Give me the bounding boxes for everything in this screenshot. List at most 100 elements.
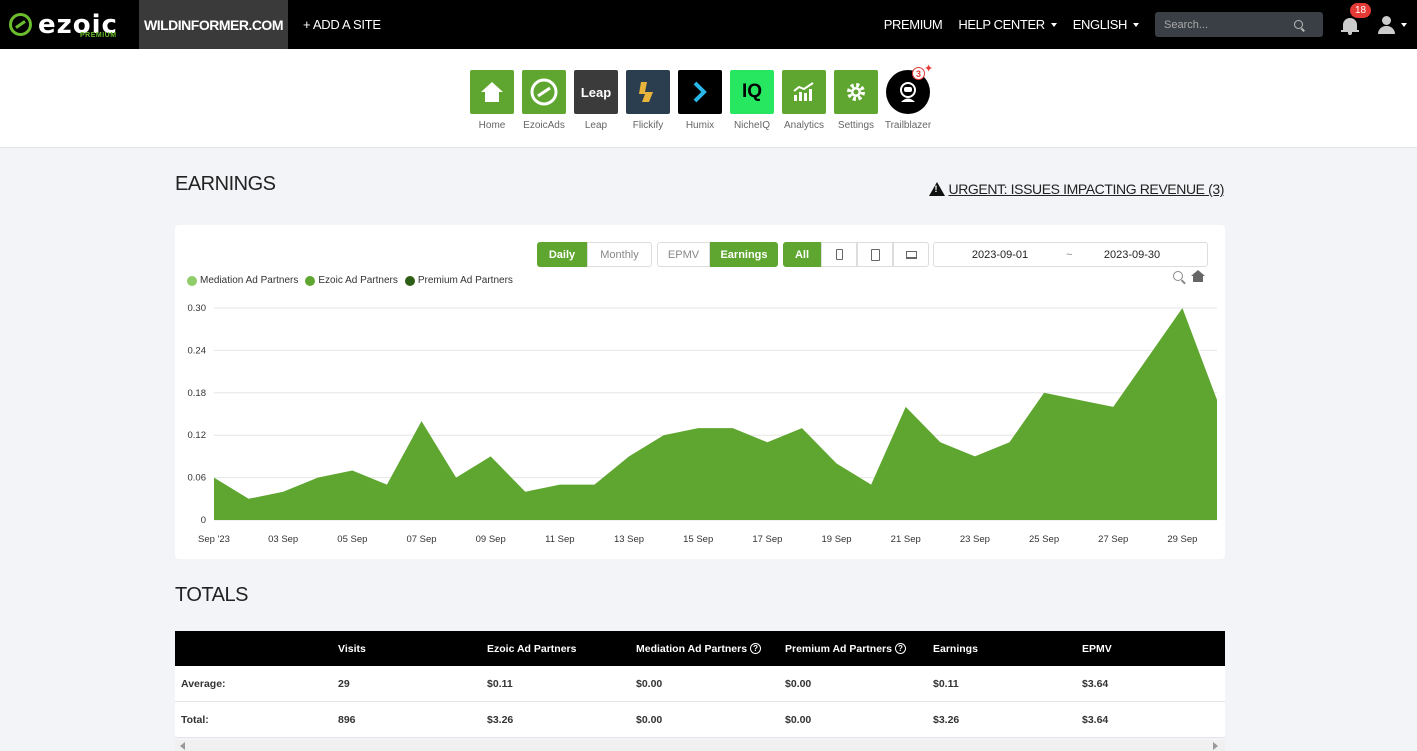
- app-home[interactable]: Home: [466, 70, 518, 131]
- data-point[interactable]: [211, 475, 217, 481]
- data-point[interactable]: [1041, 390, 1047, 396]
- data-point[interactable]: [868, 482, 874, 488]
- data-point[interactable]: [419, 418, 425, 424]
- app-label: Home: [478, 120, 506, 131]
- help-icon[interactable]: ?: [894, 643, 906, 654]
- data-point[interactable]: [488, 453, 494, 459]
- col-premium-ad-partners[interactable]: Premium Ad Partners?: [785, 631, 906, 666]
- data-point[interactable]: [764, 439, 770, 445]
- app-analytics[interactable]: Analytics: [778, 70, 830, 131]
- data-point[interactable]: [557, 482, 563, 488]
- app-settings[interactable]: Settings: [830, 70, 882, 131]
- cell-ezoic: $0.11: [487, 677, 513, 690]
- x-tick-label: Sep '23: [198, 534, 230, 545]
- chevron-down-icon: [1050, 22, 1057, 27]
- cell-mediation: $0.00: [636, 713, 663, 726]
- app-label: Humix: [685, 120, 715, 131]
- cell-mediation: $0.00: [636, 677, 663, 690]
- data-point[interactable]: [349, 468, 355, 474]
- add-site-link[interactable]: + ADD A SITE: [303, 17, 381, 32]
- data-point[interactable]: [799, 425, 805, 431]
- scroll-left-icon[interactable]: [180, 742, 185, 750]
- data-point[interactable]: [522, 489, 528, 495]
- app-nicheiq[interactable]: IQ NicheIQ: [726, 70, 778, 131]
- help-icon[interactable]: ?: [750, 643, 762, 654]
- x-tick-label: 23 Sep: [960, 534, 990, 545]
- search-input[interactable]: [1164, 18, 1294, 31]
- search-icon[interactable]: [1294, 20, 1303, 29]
- app-trailblazer[interactable]: 3 ✦ Trailblazer: [882, 63, 934, 131]
- data-point[interactable]: [626, 453, 632, 459]
- data-point[interactable]: [384, 482, 390, 488]
- bell-icon-clapper: [1348, 31, 1352, 35]
- notifications-button[interactable]: 18: [1341, 2, 1372, 35]
- series-area-ezoic-ad-partners[interactable]: [214, 308, 1217, 520]
- app-label: Trailblazer: [884, 120, 932, 131]
- ezoic-logo-icon: [9, 13, 32, 36]
- data-point[interactable]: [453, 475, 459, 481]
- data-point[interactable]: [661, 432, 667, 438]
- logo-premium-label: PREMIUM: [80, 32, 117, 39]
- app-launcher: Home EzoicAds Leap Leap Flickify Humix I…: [466, 63, 934, 131]
- x-tick-label: 03 Sep: [268, 534, 298, 545]
- nav-right: PREMIUM HELP CENTER ENGLISH 18: [884, 0, 1417, 49]
- help-center-dropdown[interactable]: HELP CENTER: [958, 17, 1057, 32]
- earnings-area-chart: 0 0.06 0.12 0.18 0.24 0.30 Sep '23 03 Sep 05 Sep…: [188, 303, 1220, 545]
- nicheiq-tile-text: IQ: [741, 81, 763, 102]
- data-point[interactable]: [903, 404, 909, 410]
- urgent-issues-link[interactable]: URGENT: ISSUES IMPACTING REVENUE (3): [928, 181, 1225, 197]
- data-point[interactable]: [695, 425, 701, 431]
- premium-label: PREMIUM: [883, 17, 943, 32]
- app-label: Flickify: [632, 120, 664, 131]
- col-ezoic-ad-partners[interactable]: Ezoic Ad Partners: [487, 631, 576, 666]
- cell-premium: $0.00: [785, 713, 812, 726]
- x-tick-label: 15 Sep: [683, 534, 713, 545]
- top-navbar: ezoic PREMIUM WILDINFORMER.COM + ADD A S…: [0, 0, 1417, 49]
- app-flickify[interactable]: Flickify: [622, 70, 674, 131]
- data-point[interactable]: [1076, 397, 1082, 403]
- totals-title: TOTALS: [175, 584, 248, 606]
- table-row: Average: 29 $0.11 $0.00 $0.00 $0.11 $3.6…: [175, 666, 1225, 702]
- cell-visits: 29: [338, 677, 350, 690]
- cell-ezoic: $3.26: [487, 713, 514, 726]
- row-label: Total:: [181, 713, 209, 726]
- data-point[interactable]: [730, 425, 736, 431]
- data-point[interactable]: [1145, 354, 1151, 360]
- data-point[interactable]: [591, 482, 597, 488]
- data-point[interactable]: [1110, 404, 1116, 410]
- x-tick-label: 27 Sep: [1098, 534, 1128, 545]
- app-ezoicads[interactable]: EzoicAds: [518, 70, 570, 131]
- col-epmv[interactable]: EPMV: [1082, 631, 1112, 666]
- y-tick-label: 0: [201, 515, 206, 526]
- data-point[interactable]: [1006, 439, 1012, 445]
- cell-epmv: $3.64: [1082, 677, 1109, 690]
- data-point[interactable]: [246, 496, 252, 502]
- x-tick-label: 19 Sep: [821, 534, 851, 545]
- site-selector[interactable]: WILDINFORMER.COM: [139, 0, 288, 49]
- data-point[interactable]: [937, 439, 943, 445]
- data-point[interactable]: [315, 475, 321, 481]
- data-point[interactable]: [834, 460, 840, 466]
- app-leap[interactable]: Leap Leap: [570, 70, 622, 131]
- x-tick-label: 29 Sep: [1167, 534, 1197, 545]
- user-menu[interactable]: [1377, 15, 1407, 34]
- ezoic-logo[interactable]: ezoic PREMIUM: [0, 0, 139, 49]
- urgent-issues-label: URGENT: ISSUES IMPACTING REVENUE (3): [948, 181, 1225, 197]
- table-header: Visits Ezoic Ad Partners Mediation Ad Pa…: [175, 631, 1225, 666]
- data-point[interactable]: [280, 489, 286, 495]
- search-box: [1155, 12, 1323, 37]
- premium-link[interactable]: PREMIUM: [884, 17, 943, 32]
- scroll-right-icon[interactable]: [1213, 742, 1218, 750]
- data-point[interactable]: [1214, 397, 1220, 403]
- language-label: ENGLISH: [1072, 17, 1128, 32]
- data-point[interactable]: [972, 453, 978, 459]
- col-earnings[interactable]: Earnings: [933, 631, 978, 666]
- cell-earnings: $3.26: [933, 713, 960, 726]
- language-dropdown[interactable]: ENGLISH: [1073, 17, 1139, 32]
- data-point[interactable]: [1179, 305, 1185, 311]
- x-tick-label: 13 Sep: [614, 534, 644, 545]
- app-humix[interactable]: Humix: [674, 70, 726, 131]
- col-mediation-ad-partners[interactable]: Mediation Ad Partners?: [636, 631, 762, 666]
- col-visits[interactable]: Visits: [338, 631, 366, 666]
- horizontal-scrollbar[interactable]: [175, 740, 1225, 751]
